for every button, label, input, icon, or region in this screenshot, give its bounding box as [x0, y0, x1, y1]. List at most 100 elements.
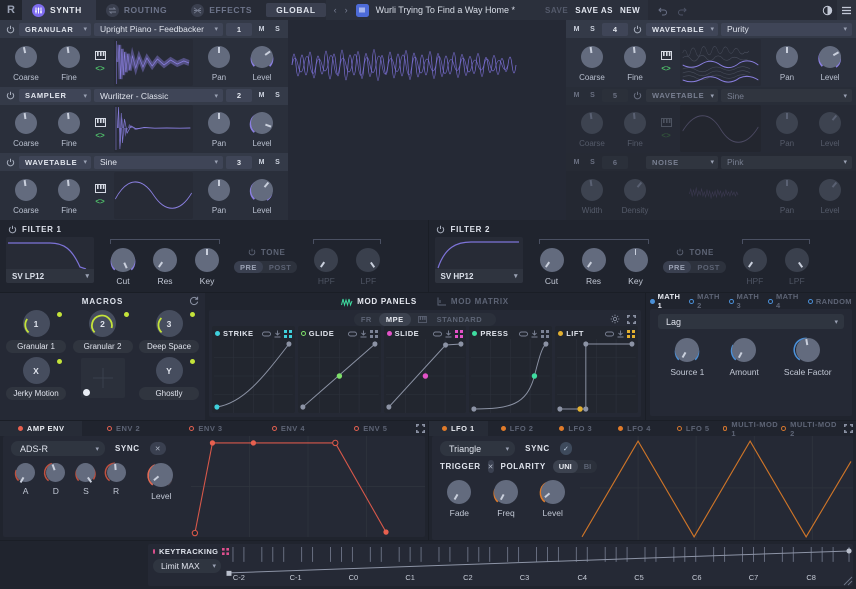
- filter-1-key-knob[interactable]: Key: [188, 245, 226, 286]
- tab-amp-env[interactable]: AMP ENV: [0, 421, 82, 436]
- power-icon[interactable]: [246, 246, 258, 258]
- lfo-freq-knob[interactable]: Freq: [487, 477, 526, 518]
- power-icon[interactable]: [674, 246, 686, 258]
- mod-panel-press-graph[interactable]: [471, 339, 550, 413]
- pan-knob-3[interactable]: Pan: [199, 176, 239, 215]
- macro-xy-pad[interactable]: [81, 358, 125, 398]
- fine-knob-5[interactable]: Fine: [615, 109, 655, 148]
- coarse-knob-1[interactable]: Coarse: [6, 43, 46, 82]
- tab-effects[interactable]: EFFECTS: [181, 0, 266, 20]
- mute-button-3[interactable]: M: [255, 156, 268, 169]
- oscillator-type-select-5[interactable]: WAVETABLE ▾: [646, 89, 718, 102]
- loop-icon[interactable]: [519, 331, 528, 337]
- coarse-knob-4[interactable]: Coarse: [572, 43, 612, 82]
- save-as-button[interactable]: SAVE AS: [575, 6, 613, 15]
- macro-knob-x[interactable]: X Jerky Motion: [5, 357, 67, 400]
- macro-name-1[interactable]: Granular 1: [6, 340, 66, 353]
- macro-knob-1[interactable]: 1 Granular 1: [5, 310, 67, 353]
- lfo-trigger-toggle[interactable]: ✕: [488, 460, 494, 473]
- grid-icon[interactable]: [541, 330, 549, 338]
- macro-name-x[interactable]: Jerky Motion: [6, 387, 66, 400]
- pan-knob-4[interactable]: Pan: [767, 43, 807, 82]
- preset-browser-icon[interactable]: [356, 4, 369, 17]
- reset-icon[interactable]: [189, 296, 199, 306]
- lfo-graph[interactable]: [580, 436, 853, 540]
- mod-panel-slide-graph[interactable]: [386, 339, 465, 413]
- loop-icon[interactable]: [433, 331, 442, 337]
- level-knob-6[interactable]: Level: [810, 176, 850, 215]
- tab-multi-mod-2[interactable]: MULTI-MOD 2: [781, 421, 840, 436]
- oscillator-number-2[interactable]: 2: [226, 89, 252, 102]
- power-icon[interactable]: [4, 90, 16, 102]
- filter-1-lpf-knob[interactable]: LPF: [349, 245, 387, 286]
- anchor-icon[interactable]: [274, 330, 281, 338]
- oscillator-number-1[interactable]: 1: [226, 23, 252, 36]
- filter-1-mode-select[interactable]: SV LP12 ▾: [6, 269, 94, 283]
- tab-lfo-2[interactable]: LFO 2: [488, 421, 547, 436]
- coarse-knob-2[interactable]: Coarse: [6, 109, 46, 148]
- waveform-display-6[interactable]: [680, 172, 761, 219]
- expand-icon[interactable]: [412, 421, 428, 436]
- solo-button-2[interactable]: S: [271, 89, 284, 102]
- macro-xy-handle[interactable]: [83, 389, 90, 396]
- oscillator-type-select-4[interactable]: WAVETABLE ▾: [646, 23, 718, 36]
- loop-icon[interactable]: [348, 331, 357, 337]
- macro-knob-2[interactable]: 2 Granular 2: [72, 310, 134, 353]
- pan-knob-6[interactable]: Pan: [767, 176, 807, 215]
- keyboard-icon[interactable]: [95, 118, 106, 127]
- solo-button-5[interactable]: S: [586, 89, 599, 102]
- oscillator-number-4[interactable]: 4: [602, 23, 628, 36]
- tab-env-3[interactable]: ENV 3: [165, 421, 247, 436]
- power-icon[interactable]: [4, 23, 16, 35]
- math-source-1-knob[interactable]: Source 1: [670, 335, 704, 377]
- expand-icon[interactable]: [627, 315, 636, 324]
- tab-math-4[interactable]: MATH 4: [768, 292, 801, 310]
- lfo-fade-knob[interactable]: Fade: [440, 477, 479, 518]
- filter-2-response-curve[interactable]: [435, 237, 523, 269]
- anchor-icon[interactable]: [531, 330, 538, 338]
- loop-icon[interactable]: [605, 331, 614, 337]
- tab-math-3[interactable]: MATH 3: [729, 292, 762, 310]
- solo-button-3[interactable]: S: [271, 156, 284, 169]
- envelope-level-knob[interactable]: Level: [140, 460, 183, 501]
- filter-1-response-curve[interactable]: [6, 237, 94, 269]
- level-knob-3[interactable]: Level: [242, 176, 282, 215]
- tab-routing[interactable]: ROUTING: [96, 0, 181, 20]
- filter-2-pre-option[interactable]: PRE: [663, 261, 692, 273]
- filter-1-post-option[interactable]: POST: [263, 263, 297, 272]
- keytracking-graph[interactable]: C-2 C-1 C0 C1 C2 C3 C4 C5 C6 C7 C8: [226, 544, 853, 586]
- math-amount-knob[interactable]: Amount: [729, 335, 759, 377]
- macro-name-3[interactable]: Deep Space: [139, 340, 199, 353]
- preset-prev-icon[interactable]: ‹: [334, 5, 338, 15]
- tab-env-5[interactable]: ENV 5: [330, 421, 412, 436]
- mod-panel-lift-graph[interactable]: [557, 339, 636, 413]
- power-icon[interactable]: [435, 223, 447, 235]
- mod-source-icon[interactable]: <>: [95, 64, 104, 73]
- gear-icon[interactable]: [610, 314, 620, 324]
- power-icon[interactable]: [6, 223, 18, 235]
- filter-2-key-knob[interactable]: Key: [617, 245, 655, 286]
- oscillator-type-select-1[interactable]: GRANULAR ▾: [19, 23, 91, 36]
- level-knob-5[interactable]: Level: [810, 109, 850, 148]
- anchor-icon[interactable]: [445, 330, 452, 338]
- math-scale-factor-knob[interactable]: Scale Factor: [784, 335, 832, 377]
- expand-icon[interactable]: [840, 421, 856, 436]
- oscillator-type-select-6[interactable]: NOISE ▾: [646, 156, 718, 169]
- mute-button-6[interactable]: M: [570, 156, 583, 169]
- master-waveform-display[interactable]: [288, 20, 566, 220]
- mod-panel-mode-segmented[interactable]: FR MPE STANDARD: [354, 313, 496, 326]
- envelope-sync-toggle[interactable]: ✕: [150, 442, 166, 455]
- pan-knob-1[interactable]: Pan: [199, 43, 239, 82]
- oscillator-preset-select-5[interactable]: Sine ▾: [721, 89, 852, 102]
- envelope-mode-select[interactable]: ADS-R ▾: [11, 441, 105, 456]
- level-knob-4[interactable]: Level: [810, 43, 850, 82]
- oscillator-number-6[interactable]: 6: [602, 156, 628, 169]
- lfo-level-knob[interactable]: Level: [533, 477, 572, 518]
- pan-knob-5[interactable]: Pan: [767, 109, 807, 148]
- grid-icon[interactable]: [370, 330, 378, 338]
- oscillator-preset-select-2[interactable]: Wurlitzer - Classic ▾: [94, 89, 223, 102]
- segment-fr[interactable]: FR: [354, 313, 379, 326]
- envelope-sustain-knob[interactable]: S: [71, 460, 100, 496]
- tab-lfo-5[interactable]: LFO 5: [664, 421, 723, 436]
- filter-2-post-option[interactable]: POST: [691, 263, 725, 272]
